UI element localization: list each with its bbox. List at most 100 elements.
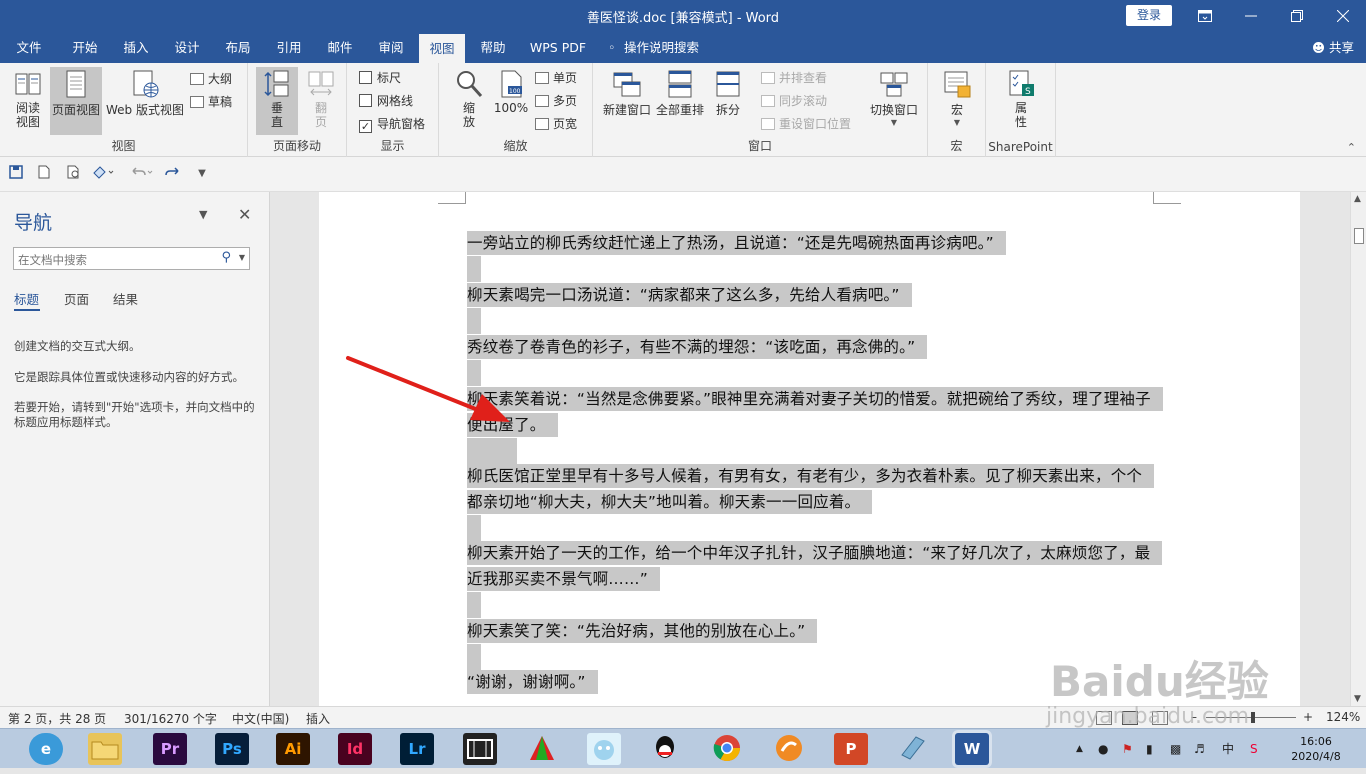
login-button[interactable]: 登录 — [1126, 5, 1172, 26]
video-editor-icon[interactable] — [463, 733, 497, 765]
zoom-in-icon[interactable]: + — [1303, 710, 1313, 724]
multi-page-button[interactable]: 多页 — [535, 91, 577, 111]
app-a-icon[interactable] — [525, 733, 559, 765]
gridlines-checkbox[interactable]: 网格线 — [359, 91, 413, 111]
print-layout-button[interactable]: 页面视图 — [50, 67, 102, 135]
tab-design[interactable]: 设计 — [164, 32, 210, 63]
qq-icon[interactable] — [648, 733, 682, 765]
clock[interactable]: 16:06 2020/4/8 — [1288, 734, 1344, 764]
nav-tab-headings[interactable]: 标题 — [14, 289, 39, 308]
indesign-icon[interactable]: Id — [338, 733, 372, 765]
scroll-thumb[interactable] — [1354, 228, 1364, 244]
page-count[interactable]: 第 2 页，共 28 页 — [8, 710, 106, 727]
tab-help[interactable]: 帮助 — [470, 32, 516, 63]
customize-qat-icon[interactable]: ▼ — [192, 165, 212, 183]
restore-icon[interactable] — [1274, 0, 1320, 32]
one-page-button[interactable]: 单页 — [535, 68, 577, 88]
ime-indicator[interactable]: 中 — [1222, 729, 1234, 769]
zoom-100-button[interactable]: 100 100% — [491, 67, 531, 135]
arrange-all-button[interactable]: 全部重排 — [653, 67, 707, 135]
app-b-icon[interactable] — [587, 733, 621, 765]
save-icon[interactable] — [6, 165, 26, 183]
lightroom-icon[interactable]: Lr — [400, 733, 434, 765]
tab-insert[interactable]: 插入 — [113, 32, 159, 63]
tab-home[interactable]: 开始 — [62, 32, 108, 63]
split-button[interactable]: 拆分 — [709, 67, 747, 135]
scroll-up-icon[interactable]: ▲ — [1354, 194, 1361, 204]
search-icon[interactable]: ⚲ — [221, 250, 231, 265]
nav-tab-results[interactable]: 结果 — [113, 289, 138, 308]
web-layout-button[interactable]: Web 版式视图 — [104, 67, 186, 135]
network-icon[interactable]: ▩ — [1170, 729, 1181, 769]
macro-group: 宏 ▼ 宏 — [928, 63, 986, 157]
file-explorer-icon[interactable] — [88, 733, 122, 765]
nav-pane-checkbox[interactable]: ✓ 导航窗格 — [359, 114, 425, 134]
switch-windows-button[interactable]: 切换窗口 ▼ — [865, 67, 923, 135]
collapse-ribbon-icon[interactable]: ⌃ — [1347, 141, 1356, 154]
tab-file[interactable]: 文件 — [6, 32, 52, 63]
minimize-icon[interactable] — [1228, 0, 1274, 32]
draft-button[interactable]: 草稿 — [190, 92, 232, 112]
zoom-slider-thumb[interactable] — [1251, 712, 1255, 723]
tab-wps-pdf[interactable]: WPS PDF — [524, 32, 592, 63]
macros-label: 宏 — [950, 103, 963, 117]
reset-window-position-button[interactable]: 重设窗口位置 — [761, 114, 851, 134]
side-by-side-button[interactable]: 并排查看 — [761, 68, 827, 88]
photoshop-icon[interactable]: Ps — [215, 733, 249, 765]
new-document-icon[interactable] — [34, 165, 54, 183]
redo-icon[interactable] — [162, 165, 182, 183]
new-window-button[interactable]: 新建窗口 — [601, 67, 653, 135]
outline-button[interactable]: 大纲 — [190, 69, 232, 89]
nav-tab-pages[interactable]: 页面 — [64, 289, 89, 308]
word-count[interactable]: 301/16270 个字 — [124, 710, 217, 727]
properties-button[interactable]: S 属 性 — [1000, 67, 1042, 135]
zoom-level[interactable]: 124% — [1326, 710, 1360, 724]
browser-icon[interactable]: e — [29, 733, 63, 765]
switch-windows-icon — [879, 69, 909, 99]
tell-me-search[interactable]: ◦ 操作说明搜索 — [608, 32, 718, 63]
vertical-button[interactable]: 垂 直 — [256, 67, 298, 135]
tab-mailings[interactable]: 邮件 — [317, 32, 363, 63]
app-d-icon[interactable] — [896, 733, 930, 765]
clock-time: 16:06 — [1300, 735, 1332, 748]
tab-references[interactable]: 引用 — [266, 32, 312, 63]
volume-icon[interactable]: ♬ — [1194, 729, 1205, 769]
language-indicator[interactable]: 中文(中国) — [232, 710, 289, 727]
battery-icon[interactable]: ▮ — [1146, 729, 1153, 769]
nav-pane-close-icon[interactable]: ✕ — [238, 205, 251, 224]
print-preview-icon[interactable] — [64, 165, 84, 183]
sogou-ime-icon[interactable]: S — [1250, 729, 1258, 769]
zoom-button[interactable]: 缩 放 — [449, 67, 489, 135]
side-to-side-button[interactable]: 翻 页 — [300, 67, 342, 135]
scroll-down-icon[interactable]: ▼ — [1354, 694, 1361, 704]
qq-tray-icon[interactable]: ● — [1098, 729, 1108, 769]
nav-search-input[interactable]: 在文档中搜索 ⚲ ▼ — [13, 247, 250, 270]
search-dropdown-icon[interactable]: ▼ — [239, 253, 245, 262]
ribbon-display-options-icon[interactable] — [1182, 0, 1228, 32]
tray-expand-icon[interactable]: ▲ — [1076, 729, 1083, 769]
word-icon[interactable]: W — [955, 733, 989, 765]
tab-layout[interactable]: 布局 — [215, 32, 261, 63]
premiere-icon[interactable]: Pr — [153, 733, 187, 765]
format-painter-icon[interactable] — [90, 165, 118, 183]
security-tray-icon[interactable]: ⚑ — [1122, 729, 1133, 769]
nav-help-line-3: 若要开始，请转到"开始"选项卡，并向文档中的标题应用标题样式。 — [14, 400, 255, 429]
chrome-icon[interactable] — [710, 733, 744, 765]
tab-review[interactable]: 审阅 — [368, 32, 414, 63]
quick-access-toolbar: ▼ — [0, 157, 1366, 192]
close-icon[interactable] — [1320, 0, 1366, 32]
page-width-button[interactable]: 页宽 — [535, 114, 577, 134]
illustrator-icon[interactable]: Ai — [276, 733, 310, 765]
sync-scroll-button[interactable]: 同步滚动 — [761, 91, 827, 111]
app-c-icon[interactable] — [772, 733, 806, 765]
nav-pane-menu-icon[interactable]: ▼ — [199, 208, 207, 221]
powerpoint-icon[interactable]: P — [834, 733, 868, 765]
read-mode-button[interactable]: 阅读 视图 — [6, 67, 50, 135]
undo-icon[interactable] — [128, 165, 156, 183]
ruler-checkbox[interactable]: 标尺 — [359, 68, 401, 88]
insert-mode[interactable]: 插入 — [306, 710, 330, 727]
share-button[interactable]: ☻ 共享 — [1312, 32, 1354, 63]
macros-button[interactable]: 宏 ▼ — [936, 67, 978, 135]
vertical-scrollbar[interactable]: ▲ ▼ — [1350, 192, 1366, 706]
tab-view[interactable]: 视图 — [419, 34, 465, 63]
